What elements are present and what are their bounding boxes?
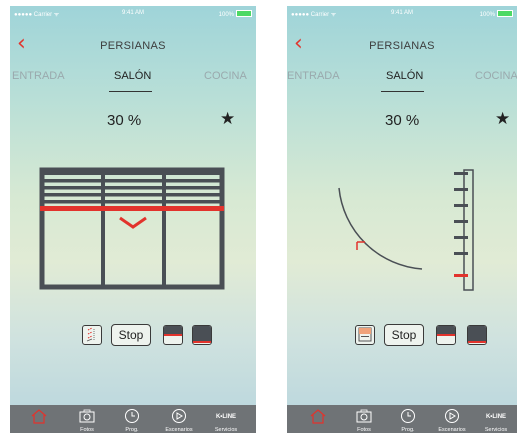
- control-buttons: Stop: [10, 324, 256, 348]
- camera-icon: [79, 409, 95, 423]
- side-slat: [454, 172, 468, 175]
- close-half-button[interactable]: [163, 325, 183, 345]
- kline-logo: K•LINE: [215, 414, 237, 420]
- half-closed-icon: [437, 326, 455, 334]
- side-slat: [454, 220, 468, 223]
- blind-percentage: 30 %: [385, 112, 420, 129]
- tab-prog[interactable]: Prog.: [389, 405, 427, 433]
- tab-label: Prog.: [125, 427, 139, 433]
- blind-slats: [42, 170, 222, 204]
- tab-label: Fotos: [80, 427, 94, 433]
- tab-cocina[interactable]: COCINA: [204, 70, 247, 82]
- close-half-button[interactable]: [436, 325, 456, 345]
- blind-bottom-rail: [40, 206, 224, 211]
- battery-indicator: 100%: [480, 10, 513, 18]
- battery-indicator: 100%: [219, 10, 252, 18]
- tab-cocina[interactable]: COCINA: [475, 70, 517, 82]
- blind-slat: [42, 193, 222, 197]
- screen-blind-side-view: ●●●●● Carrier ᯤ 9:41 AM 100% ‹ PERSIANAS…: [287, 6, 517, 433]
- tab-fotos[interactable]: Fotos: [68, 405, 106, 433]
- side-slats: [454, 172, 468, 277]
- room-tabs: ENTRADA SALÓN COCINA: [10, 70, 256, 92]
- rail-mark: [468, 341, 486, 343]
- blind-slat: [42, 186, 222, 190]
- battery-icon: [236, 10, 252, 17]
- page-title: PERSIANAS: [369, 40, 435, 52]
- tab-escenarios[interactable]: Escenarios: [160, 405, 198, 433]
- tab-label: Escenarios: [438, 427, 466, 433]
- side-slat: [454, 204, 468, 207]
- tab-prog[interactable]: Prog.: [113, 405, 151, 433]
- tab-label: Fotos: [357, 427, 371, 433]
- blind-window-graphic[interactable]: [38, 166, 228, 296]
- blind-slat: [42, 170, 222, 175]
- clock-icon: [125, 409, 139, 423]
- blind-percentage: 30 %: [107, 112, 142, 129]
- control-buttons: Stop: [287, 324, 517, 348]
- blind-slat: [42, 179, 222, 183]
- tab-escenarios[interactable]: Escenarios: [433, 405, 471, 433]
- tab-entrada[interactable]: ENTRADA: [12, 70, 65, 82]
- active-tab-indicator: [109, 91, 152, 92]
- close-full-button[interactable]: [192, 325, 212, 345]
- arc-marker-icon: [356, 241, 365, 250]
- play-icon: [445, 409, 459, 423]
- rail-mark: [193, 341, 211, 343]
- status-bar: ●●●●● Carrier ᯤ 9:41 AM 100%: [287, 6, 517, 20]
- play-icon: [172, 409, 186, 423]
- blind-slat: [42, 200, 222, 204]
- chevron-down-icon: [119, 216, 147, 229]
- home-icon: [310, 409, 326, 424]
- blind-side-graphic[interactable]: [327, 166, 487, 296]
- status-bar: ●●●●● Carrier ᯤ 9:41 AM 100%: [10, 6, 256, 20]
- active-tab-indicator: [381, 91, 424, 92]
- kline-logo: K•LINE: [485, 414, 507, 420]
- bottom-tab-bar: Fotos Prog. Escenarios K•LINE Servicios: [10, 405, 256, 433]
- half-closed-icon: [164, 326, 182, 334]
- tab-salon[interactable]: SALÓN: [114, 70, 151, 82]
- tilt-slats-icon: [86, 327, 95, 342]
- tilt-mode-button[interactable]: [82, 325, 102, 345]
- blind-arc: [338, 187, 423, 270]
- tab-label: Prog.: [401, 427, 415, 433]
- favorite-star-icon[interactable]: ★: [220, 109, 235, 129]
- side-bottom-rail: [454, 274, 468, 277]
- home-icon: [31, 409, 47, 424]
- side-slat: [454, 252, 468, 255]
- clock-icon: [401, 409, 415, 423]
- battery-label: 100%: [218, 12, 234, 18]
- page-title: PERSIANAS: [100, 40, 166, 52]
- tab-servicios[interactable]: K•LINE Servicios: [207, 405, 245, 433]
- tab-fotos[interactable]: Fotos: [345, 405, 383, 433]
- rail-mark: [164, 334, 182, 336]
- tab-home[interactable]: [20, 405, 58, 433]
- window-view-icon: [358, 327, 372, 342]
- bottom-tab-bar: Fotos Prog. Escenarios K•LINE Servicios: [287, 405, 517, 433]
- stop-button[interactable]: Stop: [111, 324, 151, 346]
- side-slat: [454, 188, 468, 191]
- close-full-button[interactable]: [467, 325, 487, 345]
- room-tabs: ENTRADA SALÓN COCINA: [287, 70, 517, 92]
- rail-mark: [437, 334, 455, 336]
- view-mode-button[interactable]: [355, 325, 375, 345]
- tab-label: Servicios: [214, 427, 238, 433]
- stop-button[interactable]: Stop: [384, 324, 424, 346]
- side-slat: [454, 236, 468, 239]
- favorite-star-icon[interactable]: ★: [495, 109, 510, 129]
- tab-home[interactable]: [299, 405, 337, 433]
- camera-icon: [356, 409, 372, 423]
- tab-servicios[interactable]: K•LINE Servicios: [477, 405, 515, 433]
- screen-blind-front-view: ●●●●● Carrier ᯤ 9:41 AM 100% ‹ PERSIANAS…: [10, 6, 256, 433]
- fully-closed-icon: [468, 326, 486, 341]
- battery-icon: [497, 10, 513, 17]
- tab-entrada[interactable]: ENTRADA: [287, 70, 340, 82]
- tab-label: Servicios: [484, 427, 508, 433]
- battery-label: 100%: [479, 12, 495, 18]
- tab-label: Escenarios: [165, 427, 193, 433]
- tab-salon[interactable]: SALÓN: [386, 70, 423, 82]
- fully-closed-icon: [193, 326, 211, 341]
